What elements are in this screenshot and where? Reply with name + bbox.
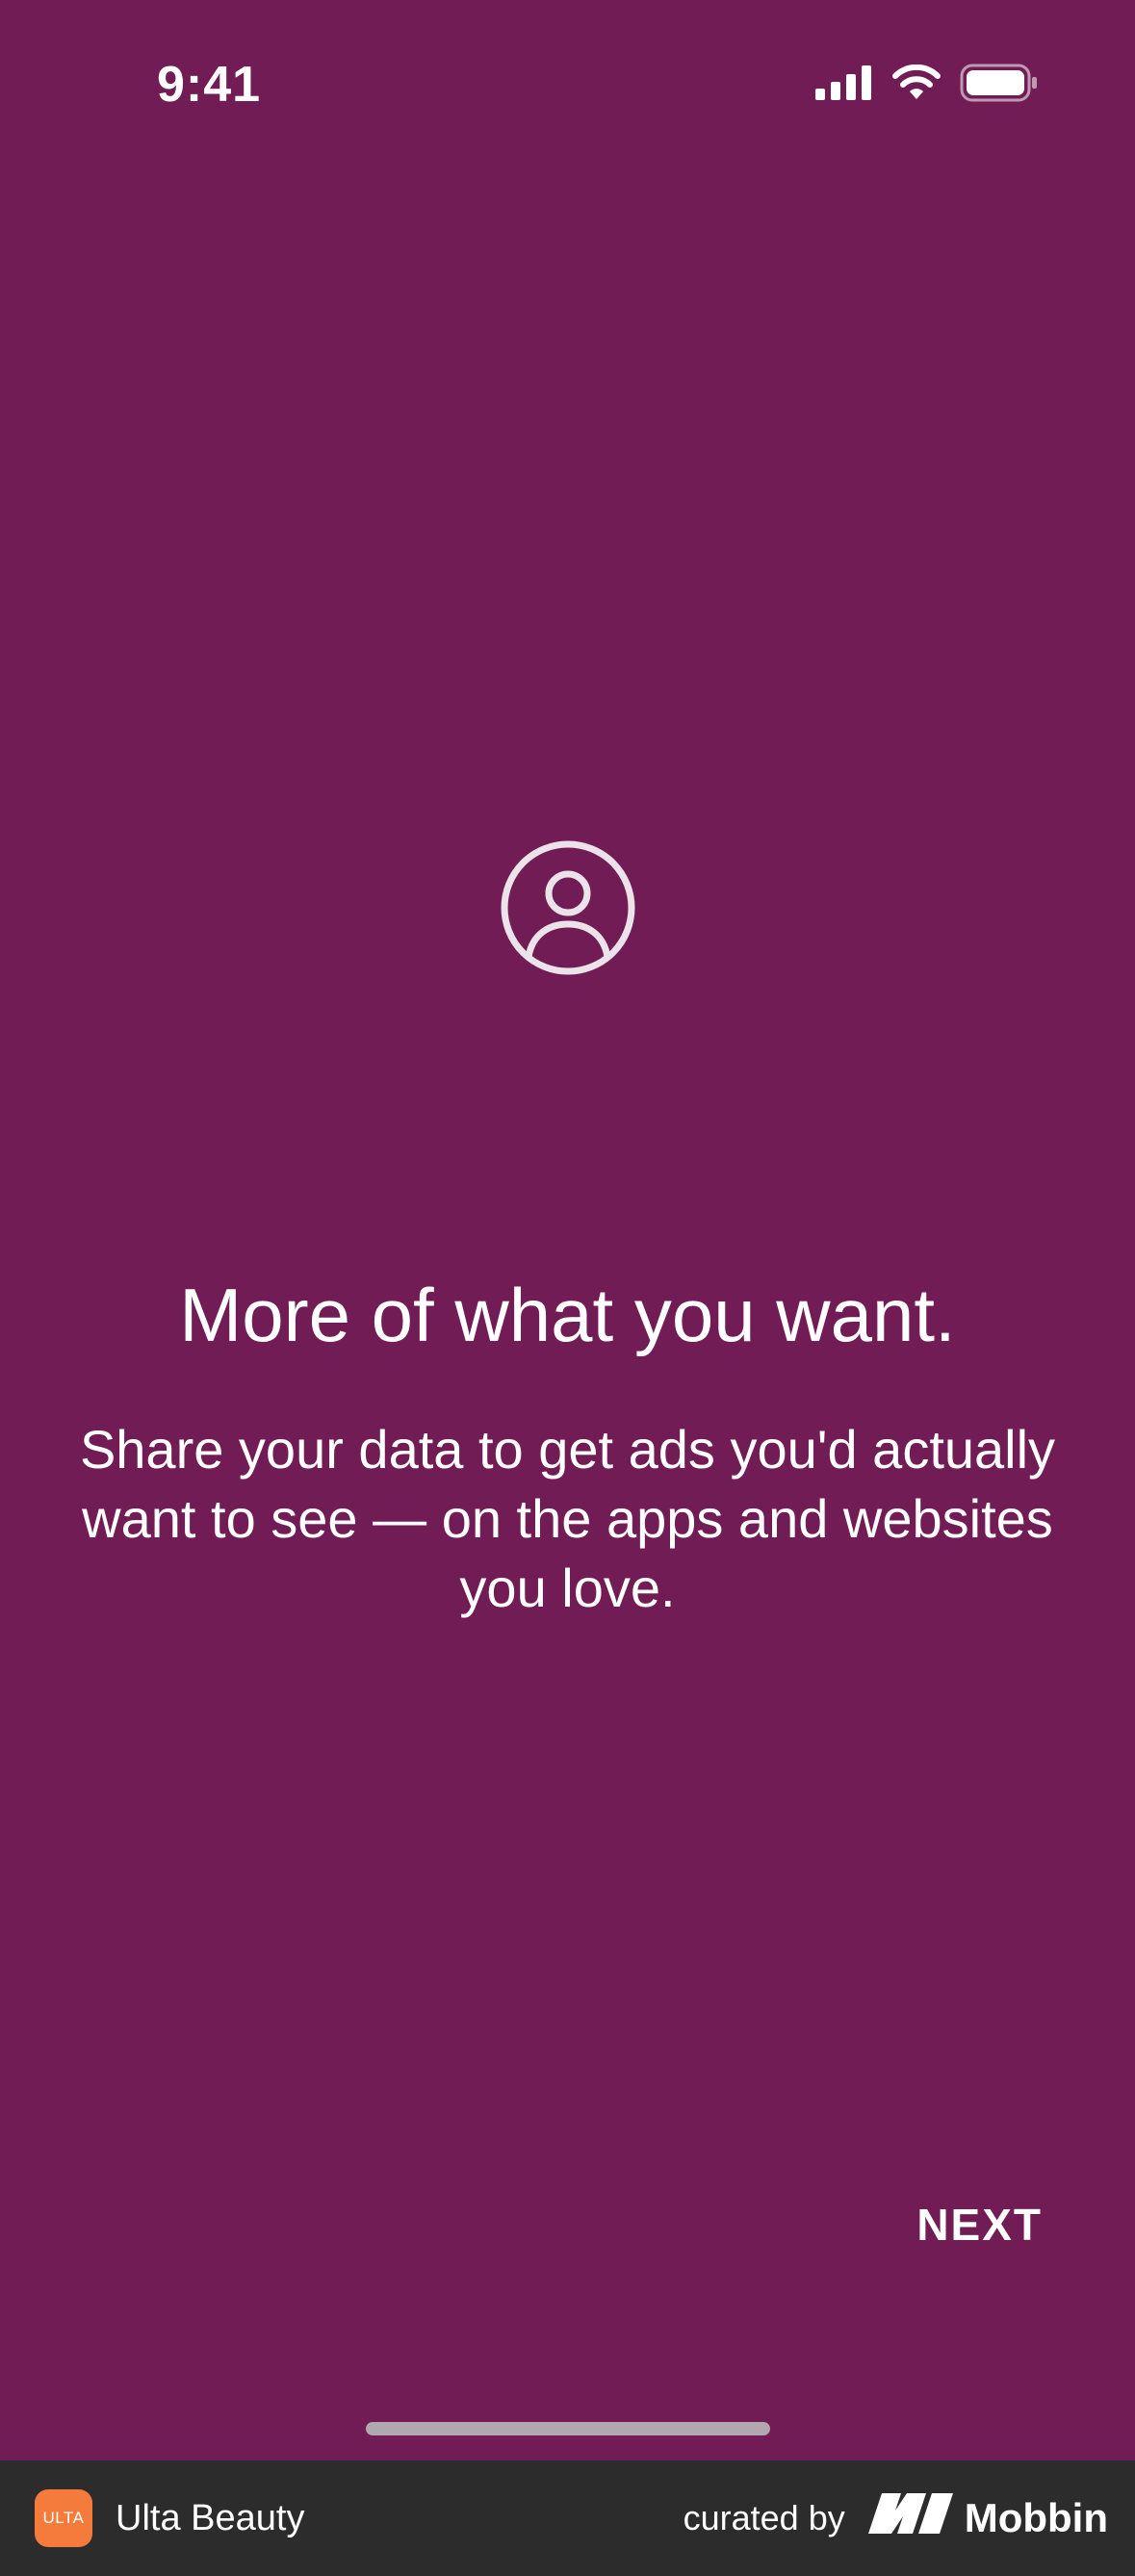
curated-label: curated by	[683, 2498, 845, 2537]
profile-icon	[500, 839, 636, 976]
attribution-footer: ULTA Ulta Beauty curated by Mobbin	[0, 2460, 1135, 2576]
next-button[interactable]: NEXT	[916, 2193, 1043, 2256]
onboarding-screen: 9:41 More of what you want. Share your d…	[0, 0, 1135, 2460]
status-time: 9:41	[157, 57, 262, 113]
app-logo-text: ULTA	[42, 2509, 85, 2527]
signal-icon	[815, 65, 873, 105]
mobbin-logo-icon	[867, 2493, 953, 2543]
app-logo: ULTA	[35, 2489, 92, 2547]
battery-icon	[960, 64, 1039, 107]
wifi-icon	[890, 64, 942, 106]
curation-info: curated by Mobbin	[684, 2493, 1108, 2543]
mobbin-name: Mobbin	[964, 2495, 1108, 2540]
app-name: Ulta Beauty	[116, 2497, 305, 2538]
status-icons	[815, 64, 1039, 107]
mobbin-brand: Mobbin	[867, 2493, 1108, 2543]
home-indicator[interactable]	[366, 2422, 770, 2435]
subtitle: Share your data to get ads you'd actuall…	[79, 1419, 1056, 1618]
app-info: ULTA Ulta Beauty	[35, 2489, 304, 2547]
headline: More of what you want.	[179, 1273, 956, 1357]
